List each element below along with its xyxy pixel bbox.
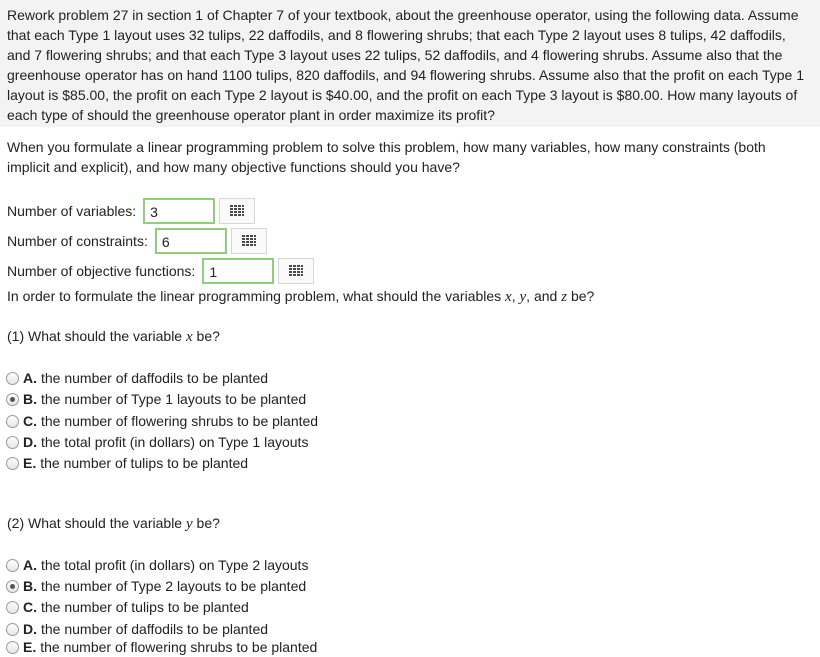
question-2-suffix: be?	[196, 515, 220, 531]
question-1-variable: x	[185, 329, 193, 345]
variables-field-row: Number of variables: 3	[7, 196, 256, 226]
constraints-input[interactable]: 6	[154, 228, 227, 254]
q1-option-b[interactable]: B. the number of Type 1 layouts to be pl…	[6, 389, 306, 409]
question-2-variable: y	[185, 516, 193, 532]
option-letter: E.	[23, 639, 37, 655]
option-letter: E.	[23, 455, 37, 471]
option-letter: B.	[23, 578, 37, 594]
q2-option-e[interactable]: E. the number of flowering shrubs to be …	[6, 637, 317, 657]
variables-prompt-prefix: In order to formulate the linear program…	[7, 288, 502, 304]
radio-button-icon[interactable]	[6, 435, 19, 449]
q2-option-b[interactable]: B. the number of Type 2 layouts to be pl…	[6, 576, 306, 596]
radio-button-icon[interactable]	[6, 392, 19, 406]
option-letter: C.	[23, 413, 37, 429]
objective-functions-label: Number of objective functions:	[7, 263, 196, 279]
question-1-prompt: (1) What should the variable x be?	[7, 328, 220, 346]
radio-button-icon[interactable]	[6, 558, 19, 572]
variables-prompt-suffix: be?	[570, 288, 595, 304]
keypad-grid-icon[interactable]	[230, 228, 267, 254]
q1-option-c[interactable]: C. the number of flowering shrubs to be …	[6, 411, 318, 431]
constraints-label: Number of constraints:	[7, 233, 148, 249]
keypad-grid-icon[interactable]	[219, 198, 256, 224]
homework-page: Rework problem 27 in section 1 of Chapte…	[0, 0, 820, 657]
separator-1: ,	[511, 288, 516, 304]
objective-functions-input[interactable]: 1	[202, 258, 275, 284]
variables-prompt: In order to formulate the linear program…	[7, 288, 594, 306]
variable-x: x	[505, 289, 512, 305]
problem-statement: Rework problem 27 in section 1 of Chapte…	[0, 0, 820, 127]
radio-button-icon[interactable]	[6, 456, 19, 470]
option-text: the number of flowering shrubs to be pla…	[41, 413, 319, 429]
radio-button-icon[interactable]	[6, 640, 19, 654]
variables-label: Number of variables:	[7, 203, 137, 219]
radio-button-icon[interactable]	[6, 600, 19, 614]
keypad-grid-icon[interactable]	[278, 258, 315, 284]
question-text: When you formulate a linear programming …	[7, 139, 766, 175]
variables-input[interactable]: 3	[143, 198, 216, 224]
q1-option-e[interactable]: E. the number of tulips to be planted	[6, 453, 248, 473]
question-statement: When you formulate a linear programming …	[7, 137, 807, 177]
q2-option-a[interactable]: A. the total profit (in dollars) on Type…	[6, 555, 308, 575]
option-letter: B.	[23, 391, 37, 407]
q1-option-a[interactable]: A. the number of daffodils to be planted	[6, 368, 268, 388]
problem-text: Rework problem 27 in section 1 of Chapte…	[7, 7, 804, 123]
option-text: the number of flowering shrubs to be pla…	[40, 639, 318, 655]
variable-z: z	[561, 289, 568, 305]
q2-option-c[interactable]: C. the number of tulips to be planted	[6, 597, 249, 617]
question-1-suffix: be?	[196, 328, 220, 344]
radio-button-icon[interactable]	[6, 371, 19, 385]
option-letter: A.	[23, 370, 37, 386]
option-text: the total profit (in dollars) on Type 2 …	[41, 557, 309, 573]
option-text: the number of daffodils to be planted	[41, 370, 269, 386]
separator-2: , and	[526, 288, 558, 304]
option-text: the total profit (in dollars) on Type 1 …	[41, 434, 309, 450]
radio-button-icon[interactable]	[6, 414, 19, 428]
radio-button-icon[interactable]	[6, 622, 19, 636]
constraints-field-row: Number of constraints: 6	[7, 226, 267, 256]
option-letter: D.	[23, 434, 37, 450]
q2-option-d[interactable]: D. the number of daffodils to be planted	[6, 619, 268, 639]
question-1-prefix: (1) What should the variable	[7, 328, 183, 344]
option-text: the number of tulips to be planted	[41, 599, 249, 615]
q1-option-d[interactable]: D. the total profit (in dollars) on Type…	[6, 432, 308, 452]
option-text: the number of daffodils to be planted	[41, 621, 269, 637]
option-text: the number of Type 2 layouts to be plant…	[41, 578, 307, 594]
objective-functions-field-row: Number of objective functions: 1	[7, 256, 315, 286]
option-letter: C.	[23, 599, 37, 615]
option-text: the number of tulips to be planted	[40, 455, 249, 471]
question-2-prefix: (2) What should the variable	[7, 515, 183, 531]
option-letter: A.	[23, 557, 37, 573]
radio-button-icon[interactable]	[6, 579, 19, 593]
question-2-prompt: (2) What should the variable y be?	[7, 515, 220, 533]
option-text: the number of Type 1 layouts to be plant…	[41, 391, 307, 407]
option-letter: D.	[23, 621, 37, 637]
